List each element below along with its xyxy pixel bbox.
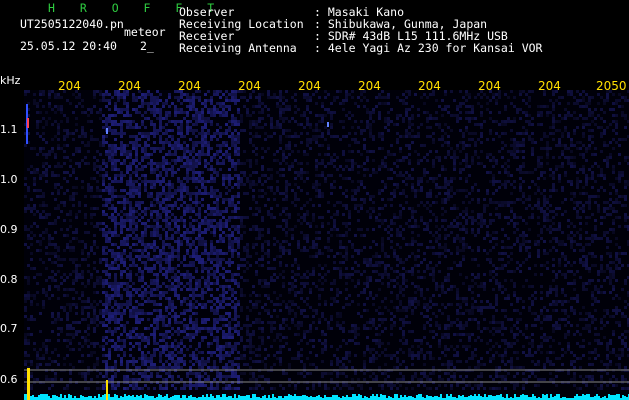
meteor-tag: meteor [124,25,166,39]
y-tick-label: 0.7 [0,322,18,335]
y-tick-label: 1.1 [0,123,18,136]
counter: 2_ [140,39,154,53]
spectrogram-canvas [24,90,629,400]
y-tick-label: 0.9 [0,223,18,236]
antenna-value: : 4ele Yagi Az 230 for Kansai VOR [314,41,543,55]
date-time: 25.05.12 20:40 [20,39,117,53]
y-tick-label: 0.8 [0,273,18,286]
y-tick-label: 1.0 [0,173,18,186]
spectrogram-plot [24,90,629,400]
y-tick-label: 0.6 [0,373,18,386]
file-name: UT2505122040.pn [20,17,124,31]
antenna-label: Receiving Antenna [179,41,297,55]
y-axis-unit: kHz [0,74,21,87]
